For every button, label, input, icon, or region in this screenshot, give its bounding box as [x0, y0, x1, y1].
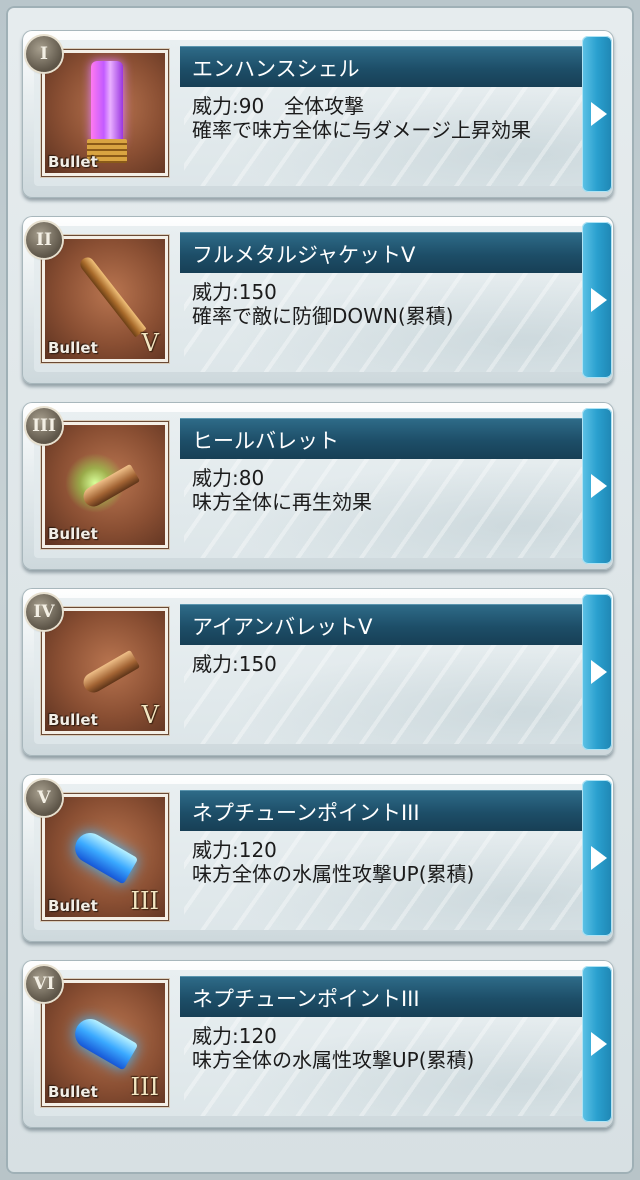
bullet-description: 威力:150 確率で敵に防御DOWN(累積) [192, 280, 582, 328]
bullet-description: 威力:90 全体攻撃 確率で味方全体に与ダメージ上昇効果 [192, 94, 582, 142]
bullet-rank: III [130, 887, 159, 915]
play-arrow-icon [591, 846, 607, 870]
bullet-rank: V [141, 329, 159, 357]
bullet-card[interactable]: III Bullet ヒールバレット 威力:80 味方全体に再生効果 [22, 402, 614, 570]
bullet-thumbnail: Bullet [41, 421, 169, 549]
bullet-name: ヒールバレット [192, 429, 339, 453]
play-arrow-icon [591, 288, 607, 312]
bullet-desc-line: 威力:80 [192, 466, 265, 490]
slot-numeral: I [26, 36, 62, 72]
bullet-desc-line: 威力:90 全体攻撃 [192, 94, 365, 118]
slot-numeral: III [26, 408, 62, 444]
bullet-type-label: Bullet [48, 711, 98, 729]
bullet-card[interactable]: IV Bullet V アイアンバレットV 威力:150 [22, 588, 614, 756]
detail-arrow-button[interactable] [582, 966, 612, 1122]
bullet-thumbnail: Bullet III [41, 793, 169, 921]
water-bullet-icon [69, 1013, 139, 1071]
bullet-rank: III [130, 1073, 159, 1101]
bullet-desc-line: 確率で味方全体に与ダメージ上昇効果 [192, 118, 531, 142]
bullet-card[interactable]: II Bullet V フルメタルジャケットV 威力:150 確率で敵に防御DO… [22, 216, 614, 384]
bullet-type-label: Bullet [48, 1083, 98, 1101]
detail-arrow-button[interactable] [582, 594, 612, 750]
bullet-desc-line: 味方全体の水属性攻撃UP(累積) [192, 1048, 475, 1072]
bullet-description: 威力:150 [192, 652, 582, 676]
bullet-card[interactable]: VI Bullet III ネプチューンポイントIII 威力:120 味方全体の… [22, 960, 614, 1128]
bullet-title-bar: エンハンスシェル [180, 46, 584, 87]
play-arrow-icon [591, 102, 607, 126]
detail-arrow-button[interactable] [582, 222, 612, 378]
bullet-desc-line: 威力:120 [192, 1024, 277, 1048]
bullet-description: 威力:120 味方全体の水属性攻撃UP(累積) [192, 1024, 582, 1072]
bullet-name: ネプチューンポイントIII [192, 801, 420, 825]
bullet-card[interactable]: V Bullet III ネプチューンポイントIII 威力:120 味方全体の水… [22, 774, 614, 942]
bullet-desc-line: 確率で敵に防御DOWN(累積) [192, 304, 454, 328]
bullet-title-bar: ヒールバレット [180, 418, 584, 459]
bullet-desc-line: 味方全体に再生効果 [192, 490, 372, 514]
play-arrow-icon [591, 660, 607, 684]
bullet-type-label: Bullet [48, 525, 98, 543]
detail-arrow-button[interactable] [582, 36, 612, 192]
detail-arrow-button[interactable] [582, 408, 612, 564]
bullet-title-bar: アイアンバレットV [180, 604, 584, 645]
bullet-rank: V [141, 701, 159, 729]
bullet-desc-line: 味方全体の水属性攻撃UP(累積) [192, 862, 475, 886]
bullet-thumbnail: Bullet [41, 49, 169, 177]
bullet-title-bar: ネプチューンポイントIII [180, 790, 584, 831]
water-bullet-icon [69, 827, 139, 885]
bullet-thumbnail: Bullet V [41, 607, 169, 735]
bullet-desc-line: 威力:120 [192, 838, 277, 862]
bullet-name: フルメタルジャケットV [192, 243, 416, 267]
play-arrow-icon [591, 1032, 607, 1056]
bullet-description: 威力:120 味方全体の水属性攻撃UP(累積) [192, 838, 582, 886]
slot-numeral: IV [26, 594, 62, 630]
detail-arrow-button[interactable] [582, 780, 612, 936]
bullet-name: アイアンバレットV [192, 615, 373, 639]
bullet-title-bar: フルメタルジャケットV [180, 232, 584, 273]
bullet-type-label: Bullet [48, 339, 98, 357]
purple-shell-icon [91, 61, 123, 143]
bullet-name: エンハンスシェル [192, 57, 360, 81]
slot-numeral: II [26, 222, 62, 258]
slot-numeral: V [26, 780, 62, 816]
play-arrow-icon [591, 474, 607, 498]
bullet-desc-line: 威力:150 [192, 280, 277, 304]
iron-bullet-icon [79, 649, 141, 697]
bullet-title-bar: ネプチューンポイントIII [180, 976, 584, 1017]
bullet-thumbnail: Bullet III [41, 979, 169, 1107]
bullet-type-label: Bullet [48, 897, 98, 915]
rifle-bullet-icon [77, 254, 147, 338]
bullet-card[interactable]: I Bullet エンハンスシェル 威力:90 全体攻撃 確率で味方全体に与ダメ… [22, 30, 614, 198]
slot-numeral: VI [26, 966, 62, 1002]
bullet-type-label: Bullet [48, 153, 98, 171]
bullet-description: 威力:80 味方全体に再生効果 [192, 466, 582, 514]
bullet-desc-line: 威力:150 [192, 652, 277, 676]
bullet-thumbnail: Bullet V [41, 235, 169, 363]
bullet-name: ネプチューンポイントIII [192, 987, 420, 1011]
